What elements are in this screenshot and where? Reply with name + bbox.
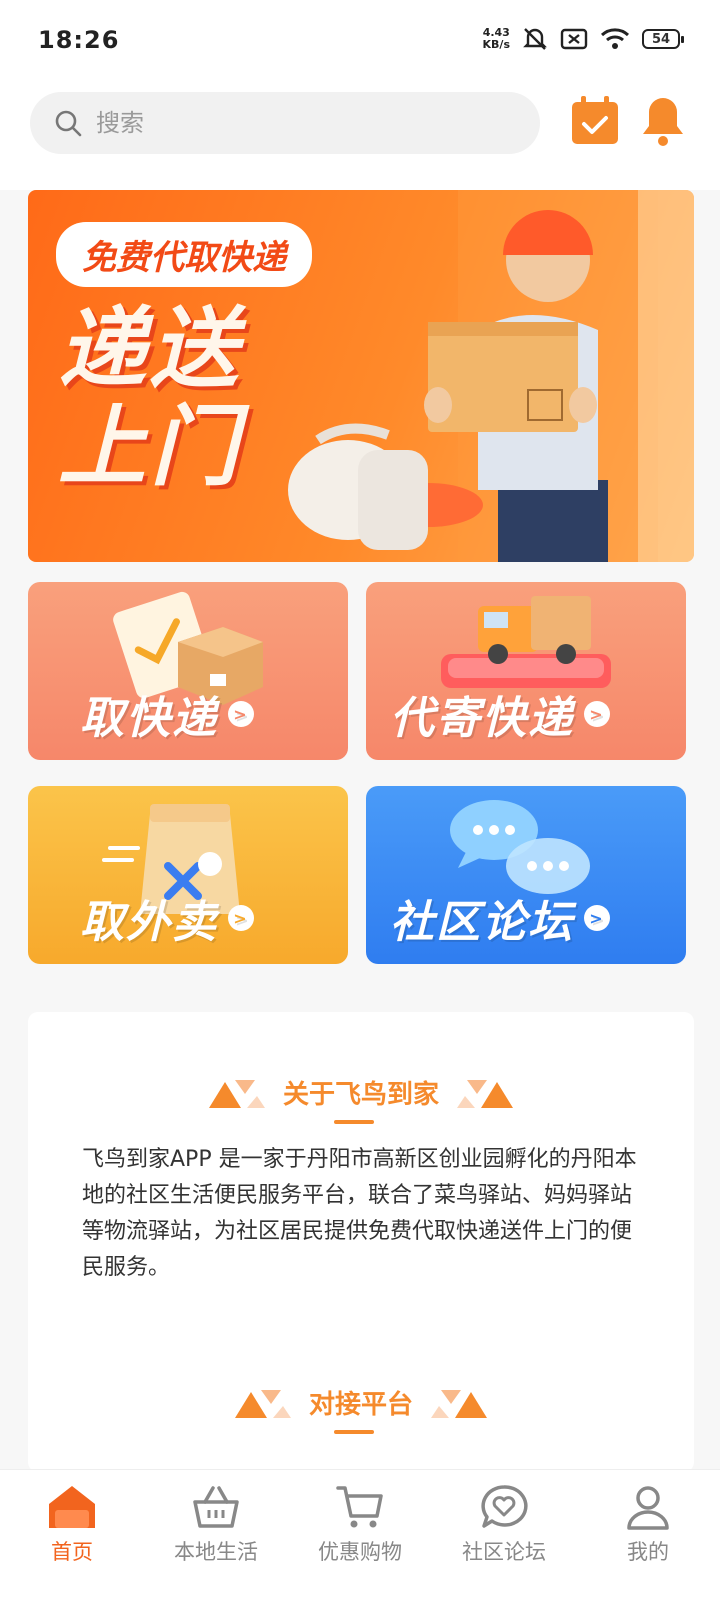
banner-pill: 免费代取快递 — [56, 222, 312, 287]
tab-home[interactable]: 首页 — [0, 1470, 144, 1600]
about-title: 关于飞鸟到家 — [282, 1080, 439, 1110]
calendar-check-icon[interactable] — [570, 94, 620, 146]
tab-label: 社区论坛 — [462, 1540, 546, 1564]
tab-forum[interactable]: 社区论坛 — [432, 1470, 576, 1600]
tab-local-life[interactable]: 本地生活 — [144, 1470, 288, 1600]
cart-icon — [336, 1486, 383, 1528]
triangle-decoration-icon — [457, 1079, 513, 1108]
arrow-right-icon: > — [584, 905, 610, 931]
network-speed: 4.43 KB/s — [482, 26, 510, 51]
tab-label: 本地生活 — [174, 1540, 258, 1564]
promo-banner[interactable]: 免费代取快递 递送上门 — [28, 190, 694, 562]
header — [0, 84, 720, 190]
platform-title-row: 对接平台 — [28, 1384, 694, 1421]
tab-me[interactable]: 我的 — [576, 1470, 720, 1600]
about-text: 飞鸟到家APP 是一家于丹阳市高新区创业园孵化的丹阳本地的社区生活便民服务平台，… — [82, 1147, 637, 1280]
forum-icon — [481, 1485, 528, 1528]
bell-icon[interactable] — [640, 94, 686, 148]
about-section: 关于飞鸟到家 飞鸟到家APP 是一家于丹阳市高新区创业园孵化的丹阳本地的社区生活… — [28, 1012, 694, 1472]
status-bar: 18:26 4.43 KB/s 54 — [0, 0, 720, 84]
search-input[interactable] — [94, 108, 478, 138]
status-icons: 4.43 KB/s 54 — [482, 26, 684, 52]
about-title-row: 关于飞鸟到家 — [28, 1074, 694, 1111]
service-card-pickup[interactable]: 取快递 > — [28, 582, 348, 760]
triangle-decoration-icon — [208, 1079, 265, 1108]
battery-indicator: 54 — [642, 29, 684, 49]
service-card-takeout[interactable]: 取外卖 > — [28, 786, 348, 964]
platform-title: 对接平台 — [308, 1390, 413, 1420]
home-icon — [49, 1486, 95, 1528]
triangle-decoration-icon — [431, 1389, 487, 1418]
service-card-label: 社区论坛 > — [390, 886, 610, 950]
tab-shopping[interactable]: 优惠购物 — [288, 1470, 432, 1600]
title-underline — [334, 1430, 374, 1434]
tab-label: 优惠购物 — [318, 1540, 402, 1564]
arrow-right-icon: > — [228, 905, 254, 931]
search-icon — [55, 110, 82, 137]
service-card-label: 取快递 > — [80, 682, 254, 746]
sim-off-icon — [560, 28, 588, 50]
status-time: 18:26 — [38, 26, 120, 54]
tab-label: 首页 — [51, 1540, 93, 1564]
tab-label: 我的 — [627, 1540, 669, 1564]
basket-icon — [193, 1486, 239, 1528]
service-card-label: 取外卖 > — [80, 886, 254, 950]
service-card-send[interactable]: 代寄快递 > — [366, 582, 686, 760]
bell-muted-icon — [523, 28, 547, 50]
wifi-icon — [600, 28, 630, 49]
bottom-tab-bar: 首页 本地生活 优惠购物 社区论坛 我的 — [0, 1469, 720, 1600]
service-card-forum[interactable]: 社区论坛 > — [366, 786, 686, 964]
triangle-decoration-icon — [234, 1389, 291, 1418]
search-bar[interactable] — [30, 92, 540, 154]
arrow-right-icon: > — [584, 701, 610, 727]
user-icon — [627, 1486, 669, 1530]
service-card-label: 代寄快递 > — [390, 682, 610, 746]
title-underline — [334, 1120, 374, 1124]
arrow-right-icon: > — [228, 701, 254, 727]
courier-illustration — [288, 190, 694, 562]
